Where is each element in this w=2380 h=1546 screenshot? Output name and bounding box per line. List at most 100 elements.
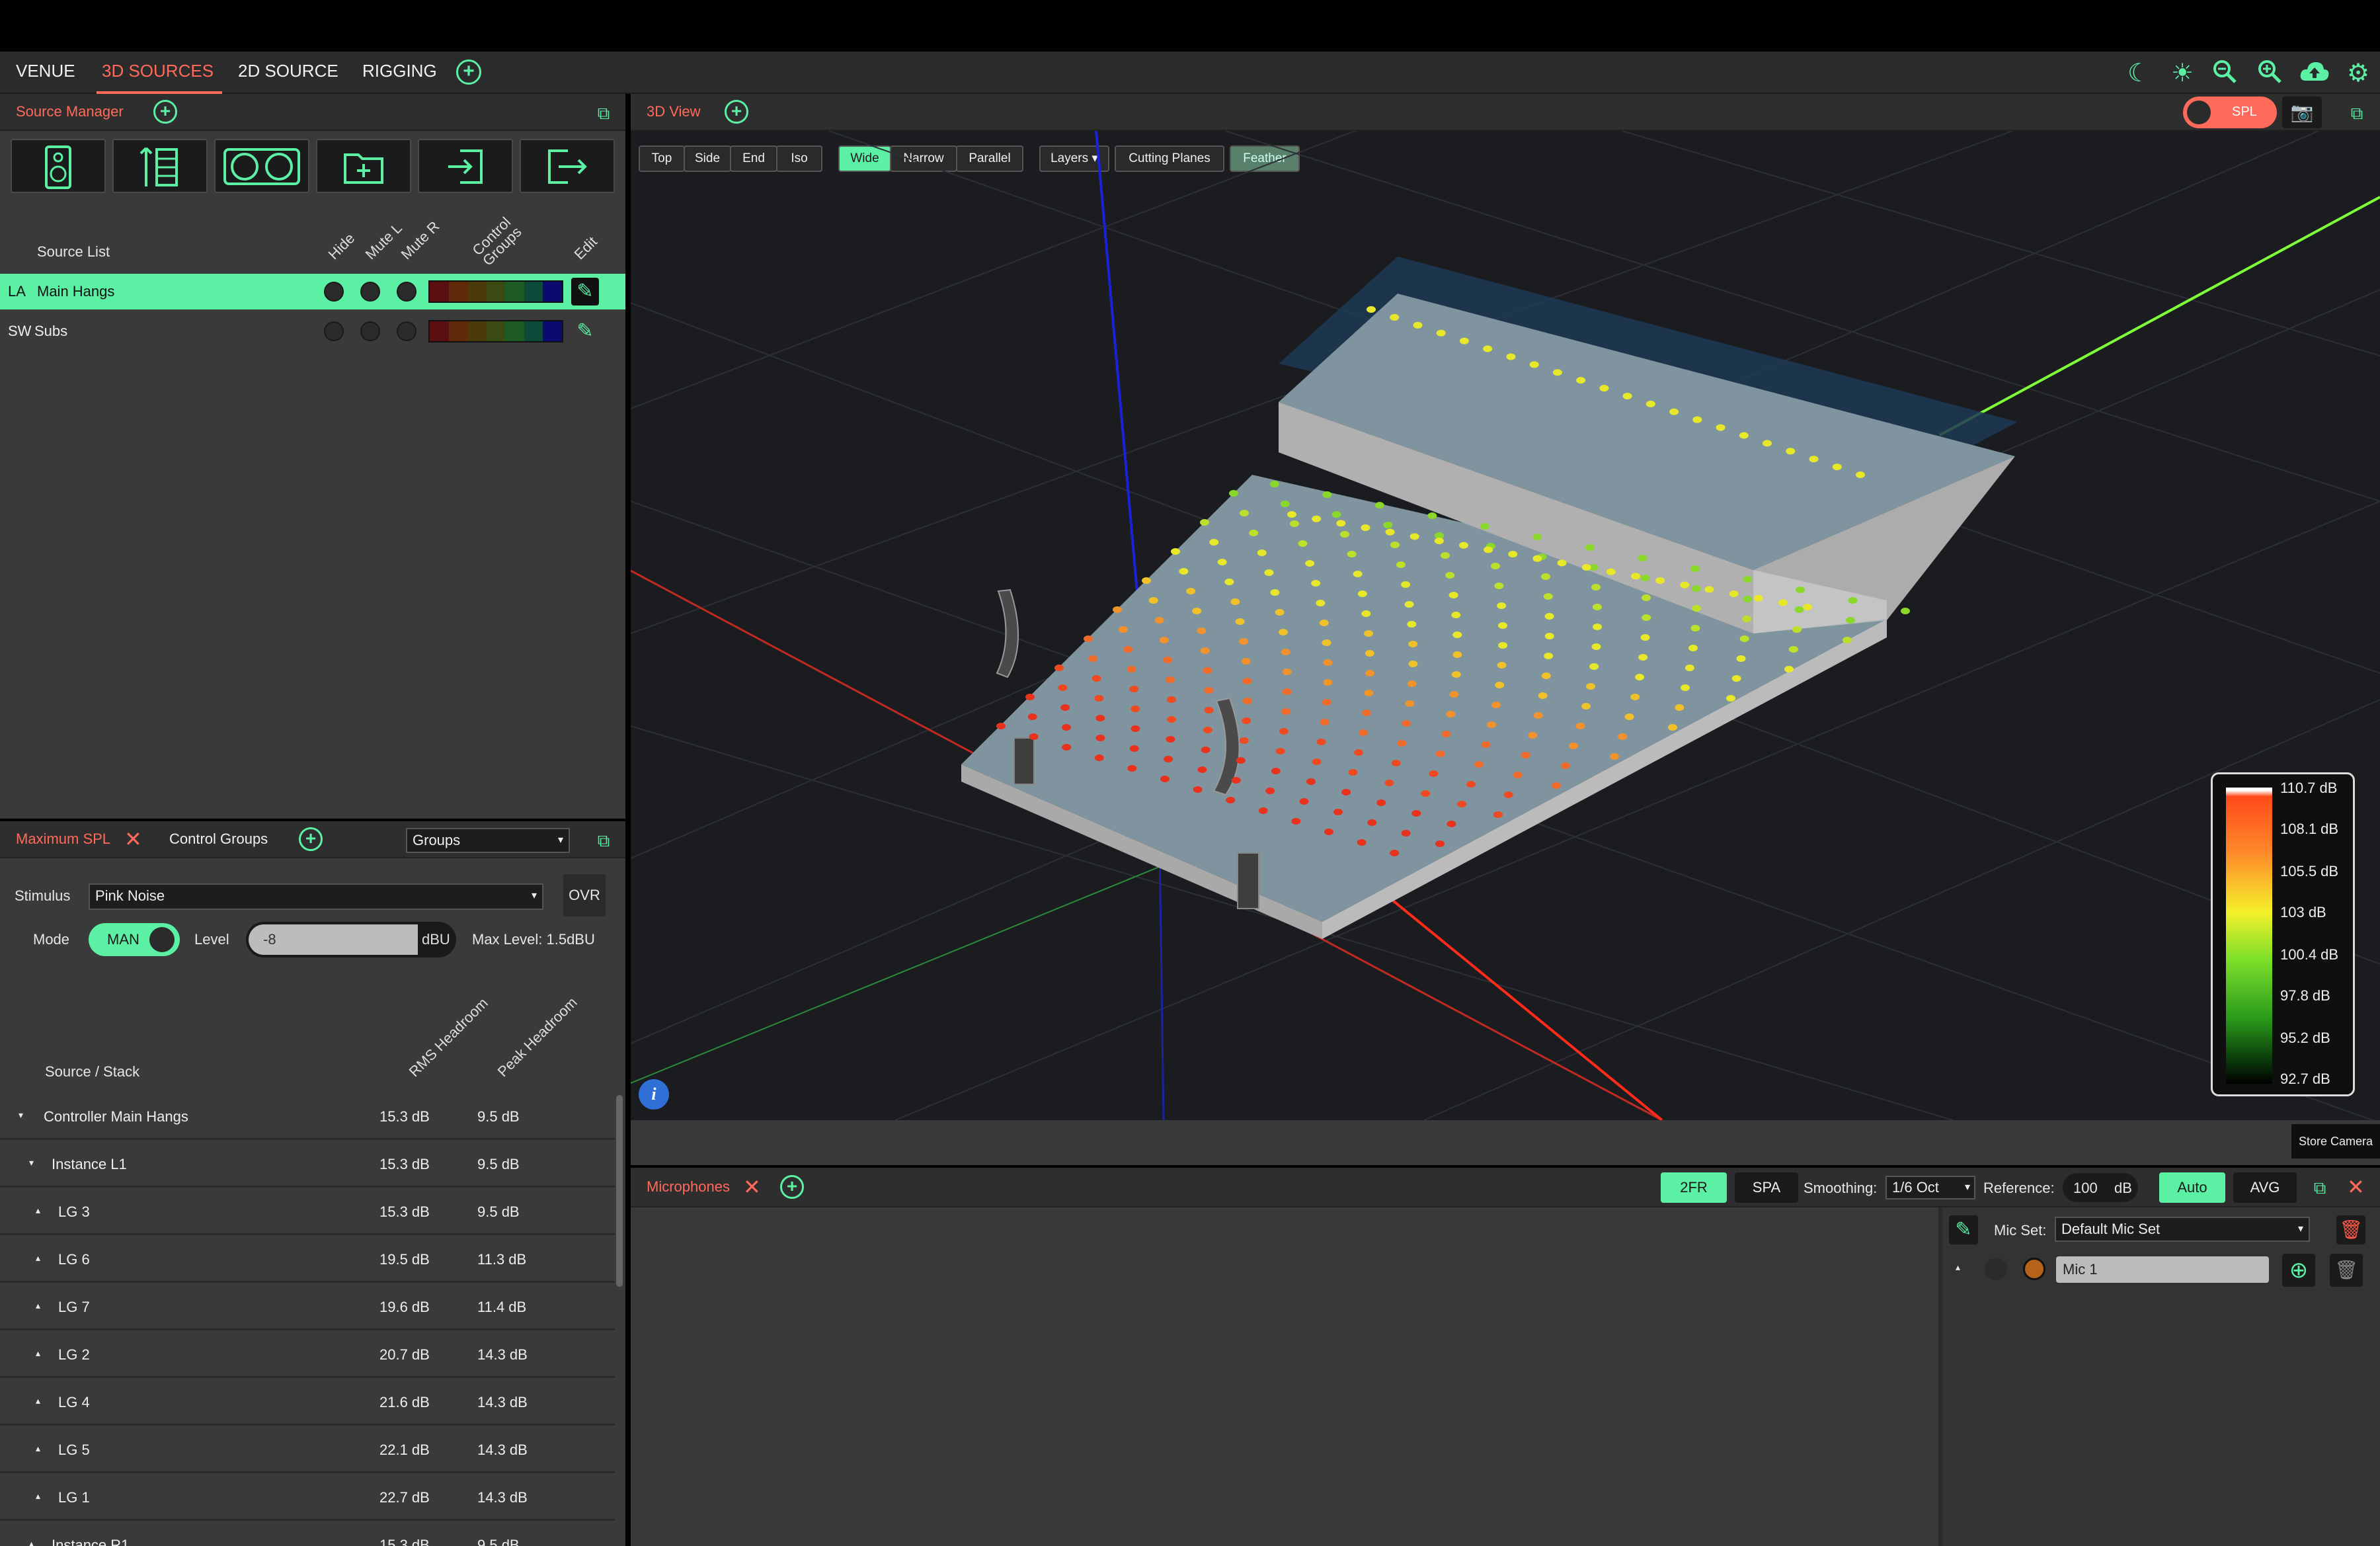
spl-dot xyxy=(1794,606,1804,613)
import-button[interactable] xyxy=(418,139,513,193)
expand-arrow-icon[interactable]: ▴ xyxy=(36,1395,40,1406)
export-button[interactable] xyxy=(520,139,615,193)
mute-r-toggle[interactable] xyxy=(397,321,416,341)
spl-dot xyxy=(1452,651,1462,658)
undock-panel-icon[interactable]: ⧉ xyxy=(594,103,614,123)
table-row[interactable]: ▾ Controller Main Hangs 15.3 dB 9.5 dB xyxy=(0,1092,615,1140)
delete-mic-set-icon[interactable]: 🗑 xyxy=(2336,1215,2365,1244)
mode-toggle[interactable]: MAN xyxy=(89,923,180,956)
groups-select[interactable]: Groups ▾ xyxy=(406,828,570,853)
add-tab-icon[interactable]: + xyxy=(299,827,323,851)
mute-l-toggle[interactable] xyxy=(360,282,380,302)
table-row[interactable]: ▴ LG 4 21.6 dB 14.3 dB xyxy=(0,1378,615,1426)
edit-source-button[interactable]: ✎ xyxy=(571,278,599,305)
mic-color-swatch[interactable] xyxy=(2023,1258,2045,1280)
info-icon[interactable]: i xyxy=(639,1079,669,1110)
reference-input[interactable]: 100 dB xyxy=(2063,1173,2138,1202)
expand-arrow-icon[interactable]: ▾ xyxy=(29,1157,34,1168)
mic-set-select[interactable]: Default Mic Set ▾ xyxy=(2055,1217,2310,1242)
level-label: Level xyxy=(194,931,229,948)
tab-maximum-spl[interactable]: Maximum SPL xyxy=(16,831,110,848)
new-folder-button[interactable] xyxy=(316,139,411,193)
hide-toggle[interactable] xyxy=(324,282,344,302)
undock-panel-icon[interactable]: ⧉ xyxy=(2347,103,2367,123)
settings-gear-icon[interactable]: ⚙ xyxy=(2343,58,2373,89)
table-row[interactable]: ▴ LG 3 15.3 dB 9.5 dB xyxy=(0,1188,615,1235)
locate-mic-icon[interactable]: ⊕ xyxy=(2282,1254,2315,1287)
table-scrollbar[interactable] xyxy=(616,1095,623,1287)
spl-dot xyxy=(1058,684,1068,691)
tab-3d-sources[interactable]: 3D SOURCES xyxy=(102,61,214,81)
mic-visibility-toggle[interactable] xyxy=(1985,1258,2007,1280)
expand-arrow-icon[interactable]: ▾ xyxy=(19,1110,23,1121)
tab-control-groups[interactable]: Control Groups xyxy=(169,831,268,848)
expand-arrow-icon[interactable]: ▴ xyxy=(36,1490,40,1502)
mute-l-toggle[interactable] xyxy=(360,321,380,341)
table-row[interactable]: ▴ LG 6 19.5 dB 11.3 dB xyxy=(0,1235,615,1283)
undock-panel-icon[interactable]: ⧉ xyxy=(594,831,614,850)
source-row-subs[interactable]: SW Subs ✎ xyxy=(0,313,625,349)
spl-dot xyxy=(1441,731,1451,737)
tab-venue[interactable]: VENUE xyxy=(16,61,75,81)
add-view-icon[interactable]: + xyxy=(725,100,748,124)
table-row[interactable]: ▴ LG 7 19.6 dB 11.4 dB xyxy=(0,1283,615,1330)
table-row[interactable]: ▾ Instance L1 15.3 dB 9.5 dB xyxy=(0,1140,615,1188)
expand-arrow-icon[interactable]: ▴ xyxy=(36,1443,40,1454)
chevron-down-icon: ▾ xyxy=(1964,1182,1970,1193)
expand-arrow-icon[interactable]: ▴ xyxy=(36,1348,40,1359)
expand-arrow-icon[interactable]: ▴ xyxy=(36,1252,40,1264)
avg-button[interactable]: AVG xyxy=(2233,1172,2297,1203)
delete-mic-icon[interactable]: 🗑 xyxy=(2330,1254,2363,1287)
tab-rigging[interactable]: RIGGING xyxy=(362,61,437,81)
level-input[interactable]: -8 dBU xyxy=(246,922,456,957)
spa-button[interactable]: SPA xyxy=(1735,1172,1798,1203)
screenshot-camera-icon[interactable]: 📷 xyxy=(2282,97,2322,128)
add-subwoofer-button[interactable] xyxy=(214,139,309,193)
hide-toggle[interactable] xyxy=(324,321,344,341)
cloud-upload-icon[interactable] xyxy=(2299,58,2330,89)
undock-panel-icon[interactable]: ⧉ xyxy=(2310,1178,2330,1198)
2fr-button[interactable]: 2FR xyxy=(1661,1172,1727,1203)
store-camera-button[interactable]: Store Camera xyxy=(2291,1124,2380,1159)
chevron-down-icon: ▾ xyxy=(531,890,537,901)
close-tab-icon[interactable]: ✕ xyxy=(124,827,142,852)
table-row[interactable]: ▴ LG 2 20.7 dB 14.3 dB xyxy=(0,1330,615,1378)
moon-icon[interactable]: ☾ xyxy=(2123,58,2154,89)
edit-mic-set-icon[interactable]: ✎ xyxy=(1949,1215,1978,1244)
mute-r-toggle[interactable] xyxy=(397,282,416,302)
expand-arrow-icon[interactable]: ▴ xyxy=(36,1205,40,1216)
edit-source-button[interactable]: ✎ xyxy=(571,317,599,345)
smoothing-select[interactable]: 1/6 Oct ▾ xyxy=(1885,1176,1975,1200)
table-row[interactable]: ▴ LG 5 22.1 dB 14.3 dB xyxy=(0,1426,615,1473)
zoom-out-icon[interactable] xyxy=(2209,58,2240,89)
sun-icon[interactable]: ☀ xyxy=(2167,58,2198,89)
control-group-swatches[interactable] xyxy=(428,280,563,303)
expand-arrow-icon[interactable]: ▴ xyxy=(36,1300,40,1311)
spl-dot xyxy=(1606,568,1616,575)
add-speaker-button[interactable] xyxy=(11,139,106,193)
add-line-array-button[interactable] xyxy=(112,139,208,193)
add-tab-icon[interactable]: + xyxy=(780,1175,804,1199)
add-source-icon[interactable]: + xyxy=(153,100,177,124)
expand-arrow-icon[interactable]: ▴ xyxy=(1956,1262,1960,1273)
expand-arrow-icon[interactable]: ▴ xyxy=(29,1538,34,1546)
auto-button[interactable]: Auto xyxy=(2159,1172,2225,1203)
zoom-in-icon[interactable] xyxy=(2254,58,2285,89)
spl-dot xyxy=(1365,670,1375,676)
spl-toggle[interactable]: SPL xyxy=(2183,97,2277,128)
spl-dot xyxy=(1279,728,1289,735)
add-tab-icon[interactable]: + xyxy=(456,60,481,85)
ovr-button[interactable]: OVR xyxy=(563,874,606,916)
table-row[interactable]: ▴ LG 1 22.7 dB 14.3 dB xyxy=(0,1473,615,1521)
control-group-swatches[interactable] xyxy=(428,320,563,343)
spl-dot xyxy=(1638,654,1648,661)
close-panel-icon[interactable]: ✕ xyxy=(2347,1174,2365,1200)
spl-dot xyxy=(1435,751,1445,757)
stimulus-select[interactable]: Pink Noise ▾ xyxy=(89,883,543,910)
close-tab-icon[interactable]: ✕ xyxy=(743,1174,761,1200)
tab-2d-source[interactable]: 2D SOURCE xyxy=(238,61,338,81)
source-row-main-hangs[interactable]: LA Main Hangs ✎ xyxy=(0,274,625,309)
table-row[interactable]: ▴ Instance R1 15.3 dB 9.5 dB xyxy=(0,1521,615,1546)
mic-name-field[interactable]: Mic 1 xyxy=(2056,1256,2269,1283)
3d-viewport[interactable]: Top Side End Iso Wide Narrow Parallel La… xyxy=(631,131,2380,1120)
